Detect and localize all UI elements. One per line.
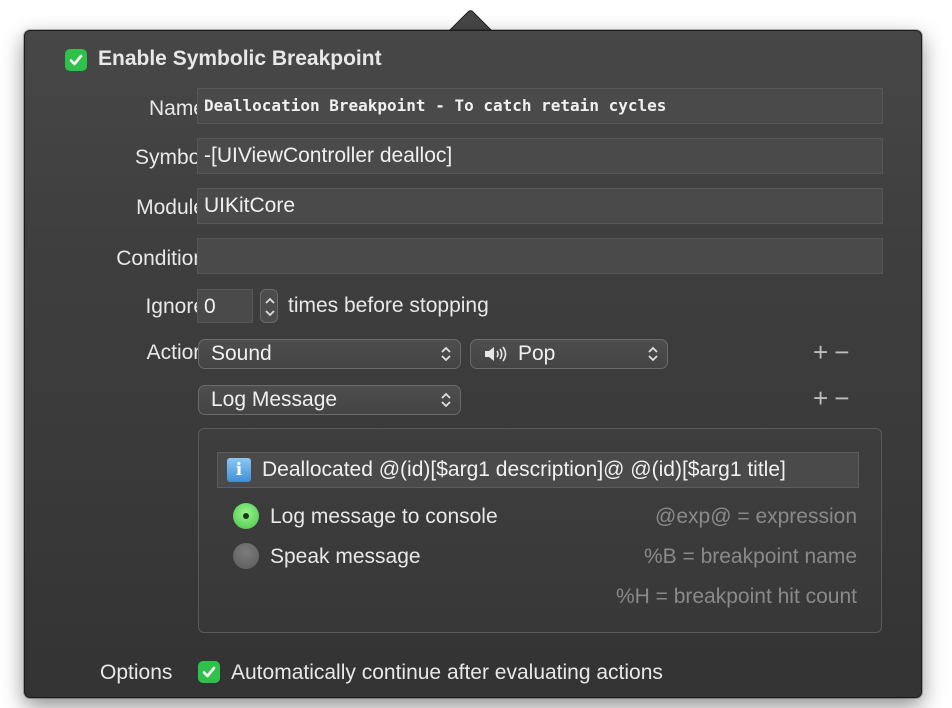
add-action-button[interactable]: +	[813, 337, 834, 367]
options-label: Options	[100, 661, 173, 684]
auto-continue-label: Automatically continue after evaluating …	[231, 661, 663, 684]
add-action-button-2[interactable]: +	[813, 383, 834, 413]
condition-field[interactable]	[197, 238, 883, 274]
sound-popup[interactable]: Pop	[470, 339, 668, 369]
symbol-label: Symbol	[134, 146, 205, 169]
chevron-updown-icon	[648, 346, 658, 362]
auto-continue-checkbox[interactable]	[198, 661, 220, 683]
hint-breakpoint-name: %B = breakpoint name	[643, 545, 857, 568]
checkmark-icon	[69, 54, 83, 66]
action-type-value: Sound	[211, 342, 272, 365]
action-label: Action	[146, 341, 205, 364]
remove-action-button-2[interactable]: −	[834, 383, 855, 413]
stepper-arrows-icon	[265, 297, 275, 317]
ignore-stepper[interactable]	[260, 289, 278, 323]
module-label: Module	[136, 196, 205, 219]
log-message-text: Deallocated @(id)[$arg1 description]@ @(…	[262, 458, 786, 481]
log-to-console-label: Log message to console	[270, 505, 498, 528]
name-field[interactable]: Deallocation Breakpoint - To catch retai…	[197, 88, 883, 124]
hint-expression: @exp@ = expression	[655, 505, 857, 528]
speak-message-radio[interactable]	[233, 543, 259, 569]
action-type-popup-2[interactable]: Log Message	[198, 385, 461, 415]
log-message-field[interactable]: i Deallocated @(id)[$arg1 description]@ …	[217, 452, 859, 488]
condition-label: Condition	[116, 247, 205, 270]
action-type-value-2: Log Message	[211, 388, 338, 411]
enable-label: Enable Symbolic Breakpoint	[98, 47, 382, 70]
module-field[interactable]: UIKitCore	[197, 188, 883, 224]
ignore-suffix: times before stopping	[288, 294, 489, 317]
chevron-updown-icon	[441, 392, 451, 408]
action-type-popup[interactable]: Sound	[198, 339, 461, 369]
speaker-icon	[485, 346, 507, 362]
chevron-updown-icon	[441, 346, 451, 362]
name-label: Name	[148, 97, 205, 120]
ignore-count-field[interactable]: 0	[197, 289, 253, 323]
sound-value: Pop	[518, 342, 556, 365]
symbol-field[interactable]: -[UIViewController dealloc]	[197, 138, 883, 174]
action-1-controls: +−	[813, 337, 855, 368]
action-2-controls: +−	[813, 383, 855, 414]
hint-hit-count: %H = breakpoint hit count	[615, 585, 857, 608]
checkmark-icon	[202, 666, 216, 678]
breakpoint-popover: Enable Symbolic Breakpoint Name Dealloca…	[24, 30, 922, 698]
info-icon: i	[227, 458, 251, 482]
ignore-label: Ignore	[145, 295, 205, 318]
log-to-console-radio[interactable]	[233, 503, 259, 529]
remove-action-button[interactable]: −	[834, 337, 855, 367]
speak-message-label: Speak message	[270, 545, 421, 568]
enable-checkbox[interactable]	[65, 49, 87, 71]
